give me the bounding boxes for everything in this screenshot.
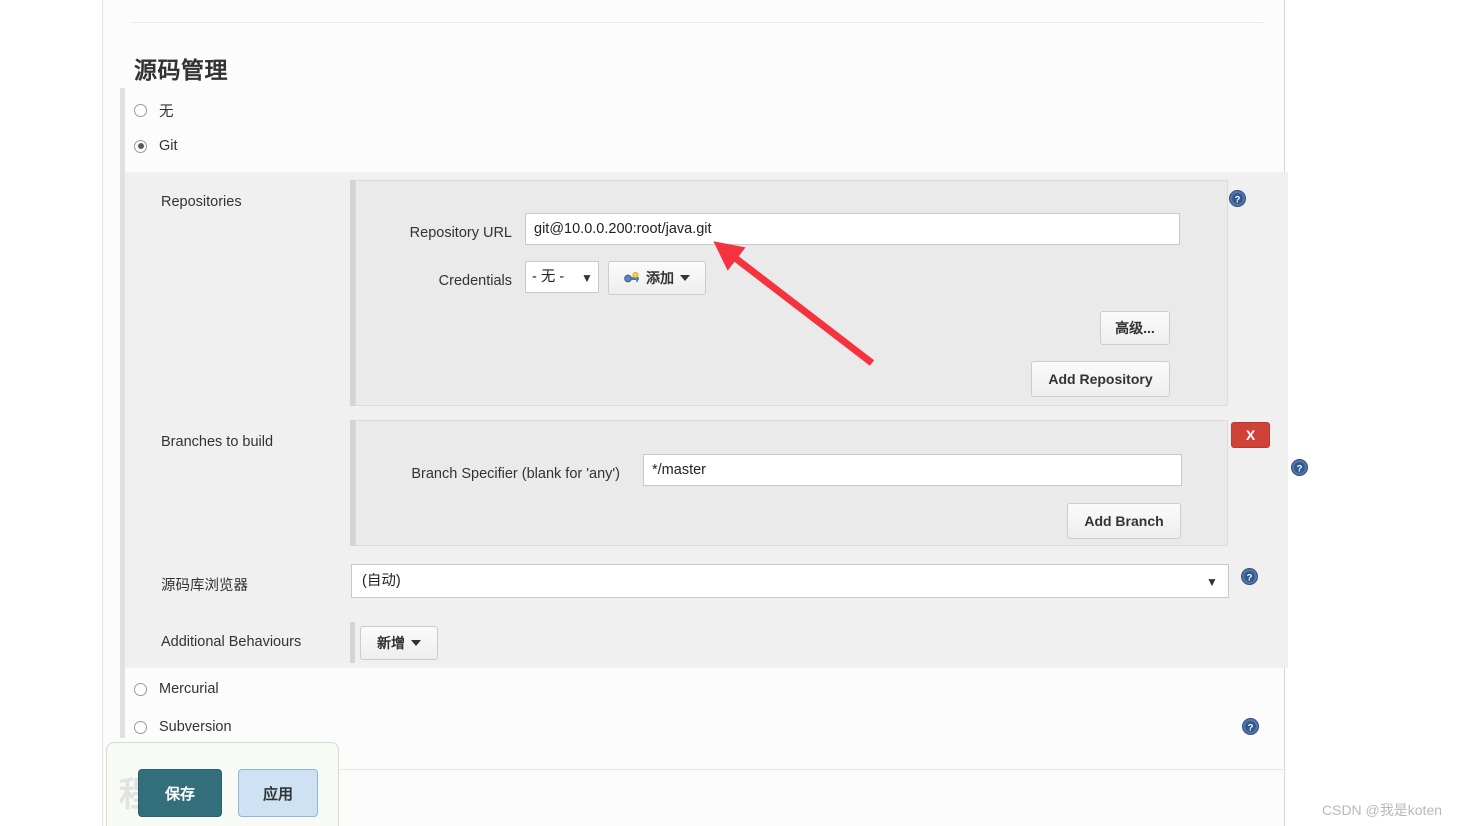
scm-option-subversion[interactable]: Subversion xyxy=(134,719,232,735)
content-panel: 源码管理 无 Git Repositories Repository URL C… xyxy=(102,0,1308,826)
radio-subversion-icon[interactable] xyxy=(134,720,147,734)
branches-to-build-label: Branches to build xyxy=(161,434,274,450)
caret-down-icon xyxy=(680,275,690,281)
advanced-button-label: 高级... xyxy=(1115,320,1155,336)
scm-option-git-label: Git xyxy=(159,138,178,154)
svg-text:?: ? xyxy=(1247,572,1253,583)
scm-configuration-page: 源码管理 无 Git Repositories Repository URL C… xyxy=(0,0,1475,826)
scm-option-mercurial-label: Mercurial xyxy=(159,681,219,697)
radio-none-icon[interactable] xyxy=(134,104,147,117)
delete-branch-label: X xyxy=(1245,427,1256,443)
add-repository-button-label: Add Repository xyxy=(1048,371,1153,387)
branches-panel: Branch Specifier (blank for 'any') Add B… xyxy=(355,420,1228,546)
add-repository-button[interactable]: Add Repository xyxy=(1031,361,1170,397)
branch-specifier-label: Branch Specifier (blank for 'any') xyxy=(411,466,620,482)
repository-url-input[interactable] xyxy=(525,213,1180,245)
credentials-label: Credentials xyxy=(438,273,512,289)
key-icon xyxy=(624,272,639,283)
scm-option-mercurial[interactable]: Mercurial xyxy=(134,681,219,697)
scm-option-git[interactable]: Git xyxy=(134,138,178,154)
scm-option-subversion-label: Subversion xyxy=(159,719,232,735)
add-credentials-label: 添加 xyxy=(646,270,674,286)
delete-branch-button[interactable]: X xyxy=(1231,422,1270,448)
add-branch-button-label: Add Branch xyxy=(1084,513,1164,529)
repository-url-label: Repository URL xyxy=(409,225,512,241)
apply-button-label: 应用 xyxy=(262,785,293,803)
scm-option-none-label: 无 xyxy=(159,104,174,120)
radio-git-icon[interactable] xyxy=(134,139,147,153)
scm-option-none[interactable]: 无 xyxy=(134,100,174,121)
repositories-label: Repositories xyxy=(161,194,242,210)
page-title: 源码管理 xyxy=(134,57,228,84)
save-button-label: 保存 xyxy=(164,785,195,803)
radio-mercurial-icon[interactable] xyxy=(134,682,147,696)
additional-behaviours-add-button[interactable]: 新增 xyxy=(360,626,438,660)
footer-divider xyxy=(340,769,1286,770)
svg-text:?: ? xyxy=(1297,463,1303,474)
additional-behaviours-label: Additional Behaviours xyxy=(161,634,302,650)
branch-specifier-input[interactable] xyxy=(643,454,1182,486)
form-action-bar: 程序文 保存 应用 xyxy=(106,742,339,826)
add-branch-button[interactable]: Add Branch xyxy=(1067,503,1181,539)
repo-browser-help-icon[interactable]: ? xyxy=(1241,568,1258,585)
branch-specifier-help-icon[interactable]: ? xyxy=(1291,459,1308,476)
repo-browser-select[interactable]: (自动) xyxy=(351,564,1229,598)
apply-button[interactable]: 应用 xyxy=(238,769,318,817)
save-button[interactable]: 保存 xyxy=(138,769,222,817)
subversion-help-icon[interactable]: ? xyxy=(1242,718,1259,735)
repo-browser-label: 源码库浏览器 xyxy=(161,578,248,594)
additional-behaviours-add-label: 新增 xyxy=(377,635,405,651)
repositories-help-icon[interactable]: ? xyxy=(1229,190,1246,207)
add-credentials-button[interactable]: 添加 xyxy=(608,261,706,295)
csdn-watermark: CSDN @我是koten xyxy=(1322,802,1443,818)
svg-text:?: ? xyxy=(1235,194,1241,205)
credentials-select[interactable]: - 无 - xyxy=(525,261,599,293)
additional-behaviours-bar xyxy=(350,622,355,663)
caret-down-icon xyxy=(411,640,421,646)
top-divider xyxy=(132,22,1263,23)
advanced-button[interactable]: 高级... xyxy=(1100,311,1170,345)
repositories-panel: Repository URL Credentials - 无 - ▼ xyxy=(355,180,1228,406)
svg-text:?: ? xyxy=(1248,722,1254,733)
git-config-block: Repositories Repository URL Credentials … xyxy=(125,172,1308,668)
